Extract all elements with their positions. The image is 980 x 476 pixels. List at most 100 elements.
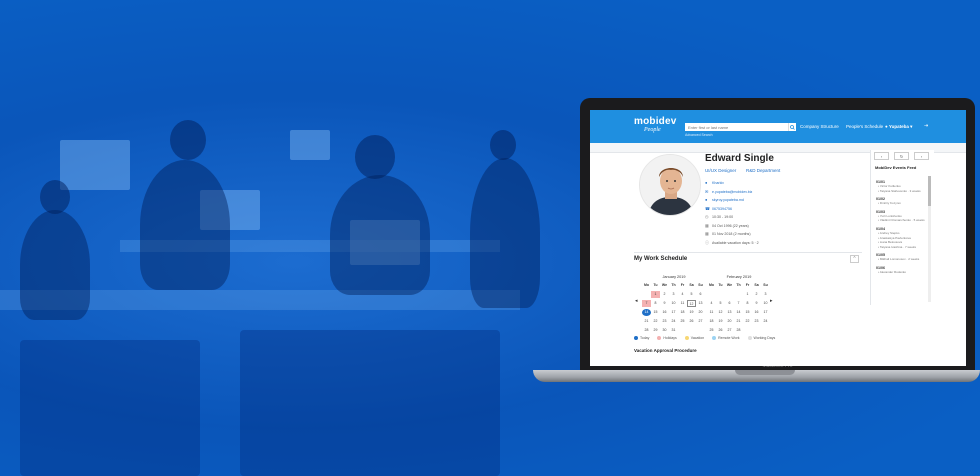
- calendar-prev-button[interactable]: ◂: [635, 298, 638, 304]
- info-skype[interactable]: ● skyroy.yupateba.md: [705, 196, 759, 205]
- search-input[interactable]: [685, 123, 789, 131]
- calendar-day[interactable]: 11: [707, 309, 716, 316]
- calendar-day[interactable]: 27: [725, 327, 734, 334]
- calendar-day[interactable]: 1: [651, 291, 660, 298]
- calendar-day[interactable]: 24: [669, 318, 678, 325]
- calendar-day[interactable]: 30: [660, 327, 669, 334]
- profile-role[interactable]: UI/UX Designer: [705, 168, 736, 173]
- calendar-day[interactable]: 8: [743, 300, 752, 307]
- feed-refresh-button[interactable]: ↻: [894, 152, 909, 160]
- weekday-header: Mo: [708, 283, 715, 287]
- calendar-day[interactable]: 22: [743, 318, 752, 325]
- schedule-title: My Work Schedule: [634, 256, 688, 262]
- calendar-day[interactable]: 5: [687, 291, 696, 298]
- clock-icon: ◷: [705, 214, 709, 220]
- logo[interactable]: mobidev: [634, 116, 677, 127]
- calendar-day[interactable]: 28: [642, 327, 651, 334]
- skype-icon: ●: [705, 197, 708, 203]
- legend-dot-icon: [657, 336, 662, 341]
- feed-item[interactable]: • Tatyana Stahovenko · 3 weeks: [878, 189, 928, 194]
- info-email[interactable]: ✉ e.yupateba@mobidev.biz: [705, 188, 759, 197]
- calendar-next-button[interactable]: ▸: [770, 298, 773, 304]
- calendar-day[interactable]: 20: [696, 309, 705, 316]
- calendar-day[interactable]: 16: [752, 309, 761, 316]
- legend-dot-icon: [634, 336, 638, 341]
- calendar-empty: [734, 291, 743, 298]
- advanced-search-link[interactable]: Advanced Search: [685, 133, 713, 137]
- calendar-day[interactable]: 8: [651, 300, 660, 307]
- calendar-day[interactable]: 26: [716, 327, 725, 334]
- calendar-day[interactable]: 13: [696, 300, 705, 307]
- calendar-day[interactable]: 22: [651, 318, 660, 325]
- vacation-procedure-title[interactable]: Vacation Approval Procedure: [634, 348, 697, 353]
- calendar-day[interactable]: 19: [687, 309, 696, 316]
- calendar-day[interactable]: 7: [642, 300, 651, 307]
- calendar-day[interactable]: 29: [651, 327, 660, 334]
- calendar-day[interactable]: 21: [734, 318, 743, 325]
- calendar-day[interactable]: 6: [696, 291, 705, 298]
- calendar-day[interactable]: 15: [743, 309, 752, 316]
- bg-person-head: [355, 135, 395, 179]
- calendar-day[interactable]: 25: [678, 318, 687, 325]
- calendar-day[interactable]: 25: [707, 327, 716, 334]
- calendar-day[interactable]: 16: [660, 309, 669, 316]
- calendar-day[interactable]: 23: [660, 318, 669, 325]
- calendar-day[interactable]: 19: [716, 318, 725, 325]
- calendar-day[interactable]: 3: [669, 291, 678, 298]
- feed-item[interactable]: • Tatyana Ivashina · 7 weeks: [878, 245, 928, 250]
- calendar-day[interactable]: 4: [678, 291, 687, 298]
- calendar-day[interactable]: 9: [752, 300, 761, 307]
- user-name: Yupateba: [888, 124, 909, 129]
- bg-person: [330, 175, 430, 295]
- calendar-day[interactable]: 12: [716, 309, 725, 316]
- calendar-day[interactable]: 18: [707, 318, 716, 325]
- calendar-day[interactable]: 18: [678, 309, 687, 316]
- logout-icon[interactable]: ⇥: [924, 123, 928, 129]
- calendar-day[interactable]: 3: [761, 291, 770, 298]
- nav-company-structure[interactable]: Company Structure: [800, 124, 839, 129]
- feed-prev-button[interactable]: ‹: [874, 152, 889, 160]
- calendar-day[interactable]: 12: [687, 300, 696, 307]
- calendar-day[interactable]: 5: [716, 300, 725, 307]
- calendar-day[interactable]: 7: [734, 300, 743, 307]
- calendar-day[interactable]: 17: [669, 309, 678, 316]
- weekday-header: Th: [736, 283, 741, 287]
- calendar-day[interactable]: 27: [696, 318, 705, 325]
- bg-person-head: [490, 130, 516, 160]
- nav-people-schedule[interactable]: People's Schedule: [846, 124, 883, 129]
- calendar-day[interactable]: 23: [752, 318, 761, 325]
- calendar-day[interactable]: 14: [642, 309, 651, 316]
- calendar-day[interactable]: 11: [678, 300, 687, 307]
- calendar-day[interactable]: 2: [752, 291, 761, 298]
- profile-department[interactable]: R&D Department: [746, 168, 780, 173]
- search-button[interactable]: [788, 123, 796, 131]
- calendar-day[interactable]: 14: [734, 309, 743, 316]
- calendar-day[interactable]: 4: [707, 300, 716, 307]
- feed-item[interactable]: • Alexander Rudenko: [878, 270, 928, 275]
- calendar-day[interactable]: 13: [725, 309, 734, 316]
- feed-item[interactable]: • Dmitriy Kozyrev: [878, 201, 928, 206]
- calendar-day[interactable]: 20: [725, 318, 734, 325]
- calendar-day[interactable]: 1: [743, 291, 752, 298]
- weekday-header: Tu: [718, 283, 723, 287]
- collapse-button[interactable]: ⌃: [850, 255, 859, 263]
- user-menu[interactable]: ● Yupateba ▾: [885, 124, 912, 130]
- calendar-day[interactable]: 28: [734, 327, 743, 334]
- calendar-day[interactable]: 26: [687, 318, 696, 325]
- calendar-day[interactable]: 6: [725, 300, 734, 307]
- calendar-day[interactable]: 15: [651, 309, 660, 316]
- feed-scrollbar-thumb[interactable]: [928, 176, 931, 206]
- feed-item[interactable]: • Vladimir Romanchenko · 5 weeks: [878, 218, 928, 223]
- info-location[interactable]: ● Kharkiv: [705, 179, 759, 188]
- calendar-day[interactable]: 21: [642, 318, 651, 325]
- calendar-day[interactable]: 10: [669, 300, 678, 307]
- calendar-day[interactable]: 31: [669, 327, 678, 334]
- calendar-day[interactable]: 2: [660, 291, 669, 298]
- calendar-day[interactable]: 10: [761, 300, 770, 307]
- feed-next-button[interactable]: ›: [914, 152, 929, 160]
- info-phone[interactable]: ☎ 0675394756: [705, 205, 759, 214]
- calendar-day[interactable]: 9: [660, 300, 669, 307]
- feed-item[interactable]: • Mikhail Lomonosov · 2 weeks: [878, 257, 928, 262]
- calendar-day[interactable]: 17: [761, 309, 770, 316]
- calendar-day[interactable]: 24: [761, 318, 770, 325]
